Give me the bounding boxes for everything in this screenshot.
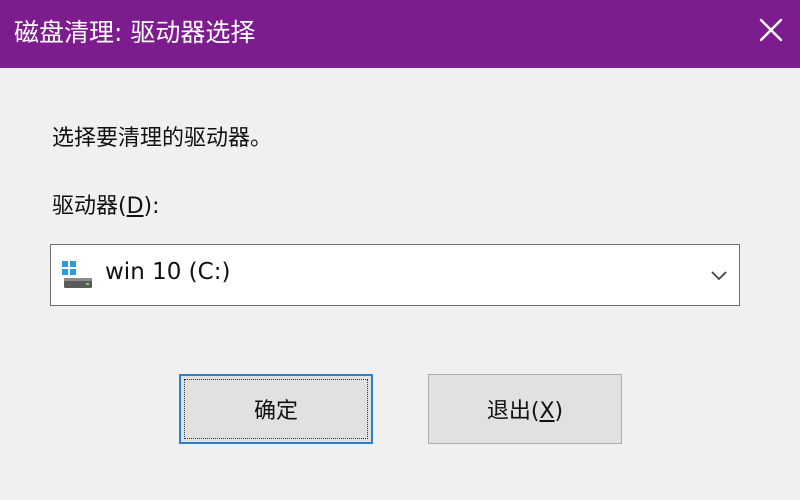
close-button[interactable] bbox=[742, 0, 800, 60]
ok-button-label: 确定 bbox=[253, 399, 298, 424]
chevron-down-icon[interactable] bbox=[709, 265, 729, 285]
drive-label-accesskey: D bbox=[126, 194, 144, 219]
window-title: 磁盘清理: 驱动器选择 bbox=[14, 18, 256, 47]
windows-drive-icon bbox=[62, 261, 92, 288]
drive-select-value: win 10 (C:) bbox=[105, 259, 231, 285]
drive-label: 驱动器(D): bbox=[52, 188, 160, 220]
exit-label-prefix: 退出( bbox=[486, 399, 540, 424]
drive-select[interactable]: win 10 (C:) bbox=[50, 244, 740, 306]
ok-button[interactable]: 确定 bbox=[179, 374, 373, 444]
drive-label-suffix: ): bbox=[143, 194, 160, 219]
title-bar[interactable]: 磁盘清理: 驱动器选择 bbox=[0, 0, 800, 68]
exit-button[interactable]: 退出(X) bbox=[428, 374, 622, 444]
close-icon bbox=[759, 18, 783, 42]
instruction-text: 选择要清理的驱动器。 bbox=[52, 126, 273, 151]
drive-label-prefix: 驱动器( bbox=[52, 194, 127, 219]
exit-button-label: 退出(X) bbox=[487, 393, 563, 425]
exit-label-suffix: ) bbox=[554, 399, 564, 424]
exit-label-accesskey: X bbox=[539, 399, 555, 424]
disk-cleanup-drive-selection-dialog: 磁盘清理: 驱动器选择 选择要清理的驱动器。 驱动器(D): win 10 (C… bbox=[0, 0, 800, 500]
